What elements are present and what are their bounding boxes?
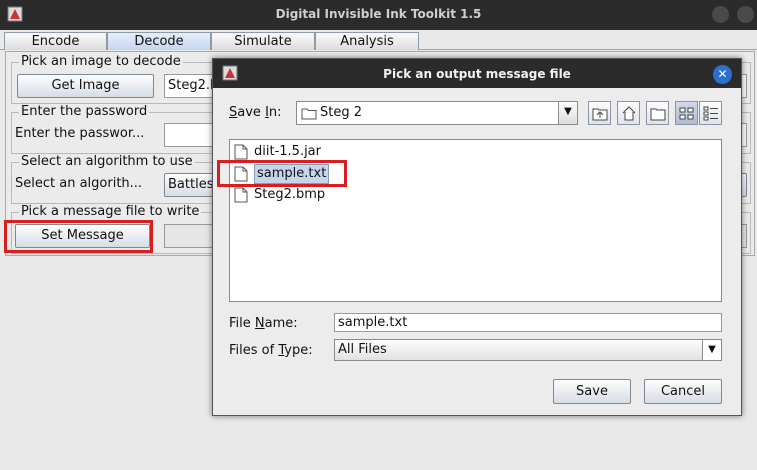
- cancel-button[interactable]: Cancel: [644, 379, 722, 404]
- minimize-button[interactable]: [712, 6, 729, 23]
- file-icon: [234, 144, 248, 160]
- close-icon: ✕: [717, 67, 728, 81]
- algorithm-label: Select an algorith...: [15, 176, 143, 191]
- files-of-type-dropdown-arrow[interactable]: ▼: [702, 340, 721, 360]
- tab-bar: Encode Decode Simulate Analysis: [0, 30, 757, 50]
- file-icon: [234, 187, 248, 203]
- tab-encode[interactable]: Encode: [4, 32, 107, 50]
- image-group-legend: Pick an image to decode: [19, 54, 183, 69]
- dialog-close-button[interactable]: ✕: [713, 65, 732, 84]
- files-of-type-label: Files of Type:: [229, 343, 313, 358]
- password-group-legend: Enter the password: [19, 104, 150, 119]
- up-folder-icon: [592, 108, 608, 121]
- selected-file-highlight: [217, 160, 347, 187]
- file-name-input[interactable]: sample.txt: [334, 313, 722, 332]
- save-dialog: Pick an output message file ✕ Save In: S…: [212, 58, 742, 416]
- home-button[interactable]: [617, 101, 640, 125]
- window-title: Digital Invisible Ink Toolkit 1.5: [275, 7, 482, 21]
- set-message-highlight: [4, 220, 153, 253]
- list-view-button[interactable]: [675, 101, 698, 125]
- save-in-label: Save In:: [229, 105, 282, 120]
- password-label: Enter the passwor...: [15, 126, 145, 141]
- save-button[interactable]: Save: [553, 379, 631, 404]
- files-of-type-value: All Files: [338, 342, 387, 357]
- message-group-legend: Pick a message file to write: [19, 204, 202, 219]
- new-folder-icon: [650, 108, 666, 121]
- tab-simulate[interactable]: Simulate: [211, 32, 315, 50]
- tab-analysis[interactable]: Analysis: [315, 32, 419, 50]
- list-view-icon: [679, 107, 694, 120]
- save-in-dropdown-arrow[interactable]: ▼: [558, 102, 577, 124]
- get-image-button[interactable]: Get Image: [17, 74, 154, 98]
- up-folder-button[interactable]: [588, 101, 611, 125]
- new-folder-button[interactable]: [646, 101, 669, 125]
- folder-icon: [301, 108, 317, 120]
- files-of-type-combo[interactable]: All Files ▼: [334, 339, 722, 361]
- algorithm-group-legend: Select an algorithm to use: [19, 154, 195, 169]
- save-in-value: Steg 2: [320, 105, 363, 120]
- tab-decode[interactable]: Decode: [107, 32, 211, 50]
- details-view-button[interactable]: [699, 101, 722, 125]
- file-name: diit-1.5.jar: [254, 144, 321, 159]
- dialog-titlebar: Pick an output message file ✕: [213, 59, 741, 88]
- file-name: Steg2.bmp: [254, 187, 326, 202]
- maximize-button[interactable]: [737, 6, 754, 23]
- home-icon: [622, 106, 636, 121]
- file-name-label: File Name:: [229, 316, 298, 331]
- dialog-title: Pick an output message file: [383, 67, 571, 81]
- details-view-icon: [703, 106, 718, 121]
- save-in-combo[interactable]: Steg 2 ▼: [296, 101, 578, 125]
- main-titlebar: Digital Invisible Ink Toolkit 1.5: [0, 0, 757, 30]
